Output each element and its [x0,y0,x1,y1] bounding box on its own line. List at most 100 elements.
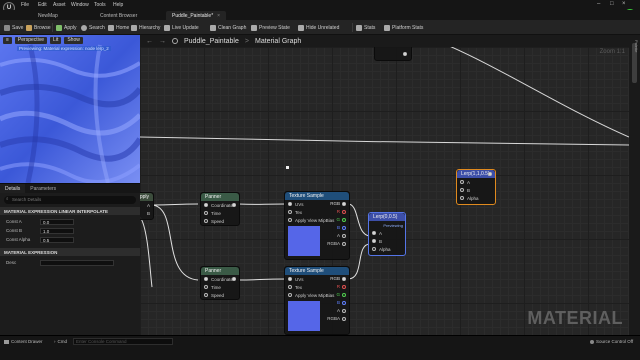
details-search-input[interactable]: ⌕ Search Details [4,196,136,204]
graph-scrollbar[interactable] [629,35,640,335]
close-tab-icon[interactable]: × [217,13,220,19]
node-texture-sample-2[interactable]: Texture Sample UVs Tex Apply View MipBia… [284,266,350,335]
tab-newmap[interactable]: NewMap [32,11,64,20]
node-panner-2[interactable]: Panner Coordinate Time Speed [200,266,240,300]
category-lerp-header[interactable]: MATERIAL EXPRESSION LINEAR INTERPOLATE [0,207,140,215]
forward-arrow-icon[interactable]: → [159,38,166,45]
pin-speed[interactable]: Speed [201,291,239,299]
pin-b[interactable]: B [140,209,153,217]
breadcrumb-asset[interactable]: Puddle_Paintable [184,38,239,45]
input-pin[interactable] [460,188,464,192]
out-rgb[interactable]: RGB [330,276,346,281]
back-arrow-icon[interactable]: ← [146,38,153,45]
cmd-button[interactable]: › Cmd [54,339,67,344]
input-pin[interactable] [460,180,464,184]
pin-b[interactable]: B [369,237,405,245]
hierarchy-button[interactable]: Hierarchy [131,23,160,32]
node-panner-1[interactable]: Panner Coordinate Time Speed [200,192,240,226]
tab-puddle-paintable[interactable]: Puddle_Paintable* × [166,11,227,20]
breadcrumb-graph[interactable]: Material Graph [255,38,301,45]
out-rgb[interactable]: RGB [330,201,346,206]
input-pin[interactable] [204,219,208,223]
menu-asset[interactable]: Asset [53,2,66,8]
source-control-button[interactable]: Source Control Off [590,339,633,344]
output-pin[interactable] [342,217,346,222]
node-partial-apply[interactable]: Apply A B [140,192,154,220]
show-button[interactable]: Show [64,37,83,44]
output-pin[interactable] [342,284,346,289]
preview-state-button[interactable]: Preview State [251,23,290,32]
node-lerp-orange[interactable]: Lerp(1,1,0.5) A B Alpha [456,169,496,205]
input-pin[interactable] [204,293,208,297]
perspective-button[interactable]: Perspective [14,37,48,44]
live-update-button[interactable]: Live Update [164,23,199,32]
input-pin[interactable] [288,202,292,206]
out-b[interactable]: B [337,300,346,305]
preview-viewport[interactable]: ≡ Perspective Lit Show Previewing: Mater… [0,35,140,183]
tab-content-browser[interactable]: Content Browser [94,11,143,20]
output-pin[interactable] [342,316,346,321]
input-pin[interactable] [204,203,208,207]
node-texture-sample-1[interactable]: Texture Sample UVs Tex Apply View MipBia… [284,191,350,260]
pin-b[interactable]: B [457,186,495,194]
pin-alpha[interactable]: Alpha [457,194,495,202]
output-pin[interactable] [342,276,346,281]
pin-time[interactable]: Time [201,209,239,217]
save-button[interactable]: Save [4,23,23,32]
pin-time[interactable]: Time [201,283,239,291]
output-pin[interactable] [342,300,346,305]
out-rgba[interactable]: RGBA [327,241,346,246]
search-button[interactable]: Search [81,23,105,32]
lit-button[interactable]: Lit [50,37,62,44]
output-pin[interactable] [342,292,346,297]
input-pin[interactable] [204,211,208,215]
out-g[interactable]: G [336,292,346,297]
out-a[interactable]: A [337,233,346,238]
input-pin[interactable] [372,239,376,243]
platform-stats-button[interactable]: Platform Stats [384,23,423,32]
const-a-field[interactable]: 0.0 [40,218,74,225]
apply-button[interactable]: Apply [56,23,77,32]
viewport-menu-icon[interactable]: ≡ [3,37,12,44]
out-rgba[interactable]: RGBA [327,316,346,321]
material-preview-image[interactable] [0,35,140,183]
clean-graph-button[interactable]: Clean Graph [210,23,246,32]
input-pin[interactable] [204,277,208,281]
category-expression-header[interactable]: MATERIAL EXPRESSION [0,248,140,256]
close-icon[interactable]: × [622,1,626,7]
node-lerp-selected[interactable]: Lerp(0,0.5) Previewing A B Alpha [368,212,406,256]
console-command-input[interactable]: Enter Console Command [73,338,173,345]
output-pin[interactable] [342,233,346,238]
input-pin[interactable] [288,293,292,297]
material-graph-canvas[interactable]: Apply A B Panner Coordinate Time Speed P… [140,47,629,335]
input-pin[interactable] [460,196,464,200]
maximize-icon[interactable]: □ [610,1,614,7]
out-g[interactable]: G [336,217,346,222]
tab-details[interactable]: Details [0,184,26,193]
output-pin[interactable] [342,225,346,230]
output-pin[interactable] [342,308,346,313]
input-pin[interactable] [288,218,292,222]
content-drawer-button[interactable]: Content Drawer [4,339,43,344]
output-pin[interactable] [342,201,346,206]
menu-edit[interactable]: Edit [38,2,47,8]
out-r[interactable]: R [337,284,346,289]
input-pin[interactable] [204,285,208,289]
browse-button[interactable]: Browse [26,23,51,32]
const-b-field[interactable]: 1.0 [40,227,74,234]
menu-tools[interactable]: Tools [94,2,106,8]
out-r[interactable]: R [337,209,346,214]
input-pin[interactable] [288,210,292,214]
out-a[interactable]: A [337,308,346,313]
input-pin[interactable] [288,277,292,281]
menu-help[interactable]: Help [113,2,123,8]
const-alpha-field[interactable]: 0.5 [40,236,74,243]
input-pin[interactable] [288,285,292,289]
desc-field[interactable] [40,259,114,266]
node-offscreen-top[interactable] [374,47,412,61]
hide-unrelated-button[interactable]: Hide Unrelated [298,23,339,32]
pin-a[interactable]: A [140,201,153,209]
output-pin[interactable] [342,209,346,214]
pin-a[interactable]: A [457,178,495,186]
input-pin[interactable] [372,231,376,235]
